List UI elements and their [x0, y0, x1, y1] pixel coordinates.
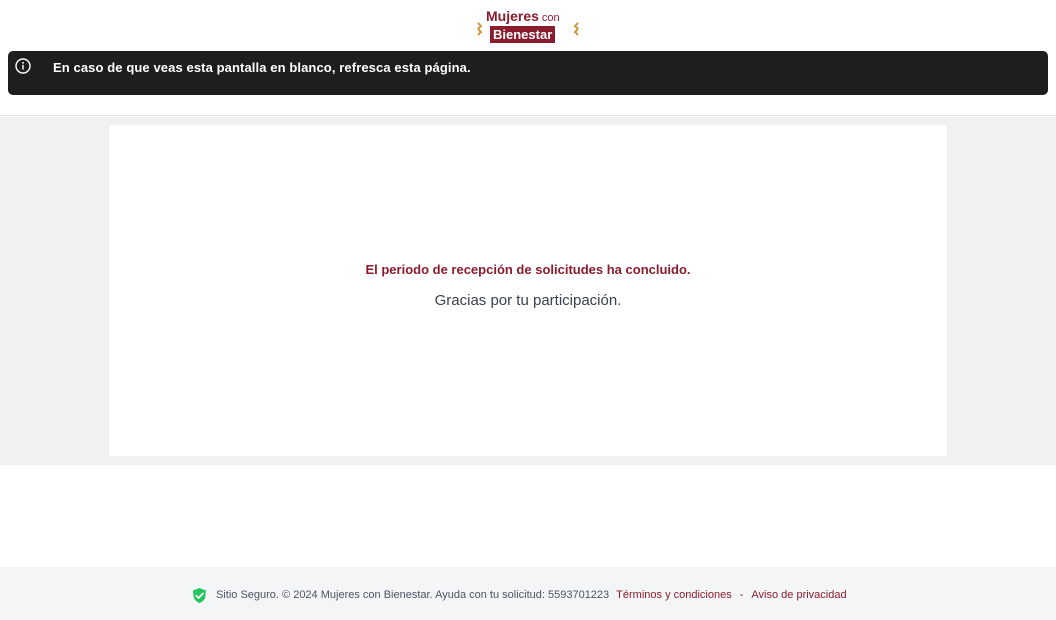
shield-check-icon [193, 587, 206, 603]
logo-word-bienestar: Bienestar [490, 26, 556, 43]
terms-link[interactable]: Términos y condiciones [616, 589, 732, 601]
closed-period-message: El periodo de recepción de solicitudes h… [365, 262, 691, 277]
banner-message: En caso de que veas esta pantalla en bla… [53, 60, 471, 75]
main-content: El periodo de recepción de solicitudes h… [0, 117, 1056, 465]
thanks-message: Gracias por tu participación. [434, 292, 622, 309]
refresh-notice-banner: En caso de que veas esta pantalla en bla… [8, 51, 1048, 95]
privacy-link[interactable]: Aviso de privacidad [751, 589, 846, 601]
footer-secure-text: Sitio Seguro. © 2024 Mujeres con Bienest… [216, 589, 610, 601]
footer-separator: - [739, 589, 744, 601]
logo-word-con: con [541, 12, 560, 24]
site-header: Mujeres con Bienestar En caso de que veas… [0, 0, 1056, 116]
logo-text-top: Mujeres con [486, 8, 560, 26]
footer-row: Sitio Seguro. © 2024 Mujeres con Bienest… [191, 586, 847, 604]
logo-word-mujeres: Mujeres [486, 8, 539, 24]
site-footer: Sitio Seguro. © 2024 Mujeres con Bienest… [0, 567, 1056, 620]
info-icon [15, 58, 31, 74]
laurel-right-icon [573, 22, 579, 36]
logo[interactable]: Mujeres con Bienestar [476, 6, 582, 46]
page: Mujeres con Bienestar En caso de que veas… [0, 0, 1056, 620]
message-card: El periodo de recepción de solicitudes h… [109, 125, 947, 456]
laurel-left-icon [477, 22, 483, 36]
